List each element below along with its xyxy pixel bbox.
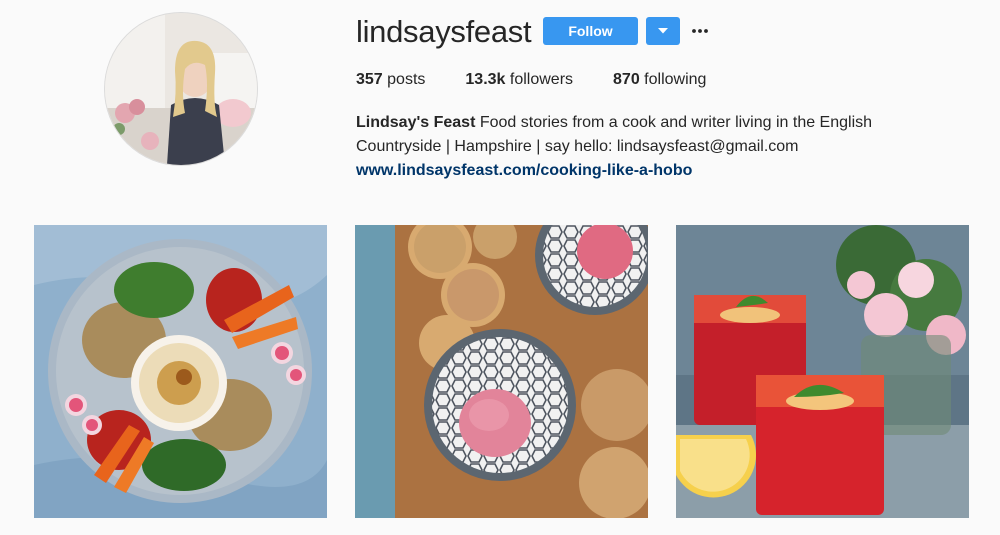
following-count[interactable]: 870 following xyxy=(613,71,706,89)
bio-text-line2: Countryside | Hampshire | say hello: lin… xyxy=(356,138,799,155)
followers-count-label: followers xyxy=(505,71,574,88)
bio-text-line1: Food stories from a cook and writer livi… xyxy=(475,114,873,131)
posts-count-value: 357 xyxy=(356,71,383,88)
profile-username: lindsaysfeast xyxy=(356,14,532,49)
profile-stats: 357 posts 13.3k followers 870 following xyxy=(356,71,746,89)
suggestions-dropdown-button[interactable] xyxy=(646,17,680,45)
profile-bio: Lindsay's Feast Food stories from a cook… xyxy=(356,111,936,183)
profile-website-link[interactable]: www.lindsaysfeast.com/cooking-like-a-hob… xyxy=(356,162,692,179)
following-count-value: 870 xyxy=(613,71,640,88)
chevron-down-icon xyxy=(658,28,668,34)
bio-line-1: Lindsay's Feast Food stories from a cook… xyxy=(356,111,936,135)
more-options-button[interactable] xyxy=(688,17,712,45)
posts-count: 357 posts xyxy=(356,71,425,89)
posts-count-label: posts xyxy=(382,71,426,88)
followers-count[interactable]: 13.3k followers xyxy=(465,71,573,89)
post-thumbnail-1[interactable] xyxy=(34,225,327,518)
following-count-label: following xyxy=(639,71,707,88)
follow-button[interactable]: Follow xyxy=(543,17,638,45)
profile-full-name: Lindsay's Feast xyxy=(356,114,476,131)
profile-avatar[interactable] xyxy=(104,12,258,166)
ellipsis-icon xyxy=(692,29,708,33)
followers-count-value: 13.3k xyxy=(465,71,506,88)
post-thumbnail-3[interactable] xyxy=(676,225,969,518)
post-thumbnail-2[interactable] xyxy=(355,225,648,518)
